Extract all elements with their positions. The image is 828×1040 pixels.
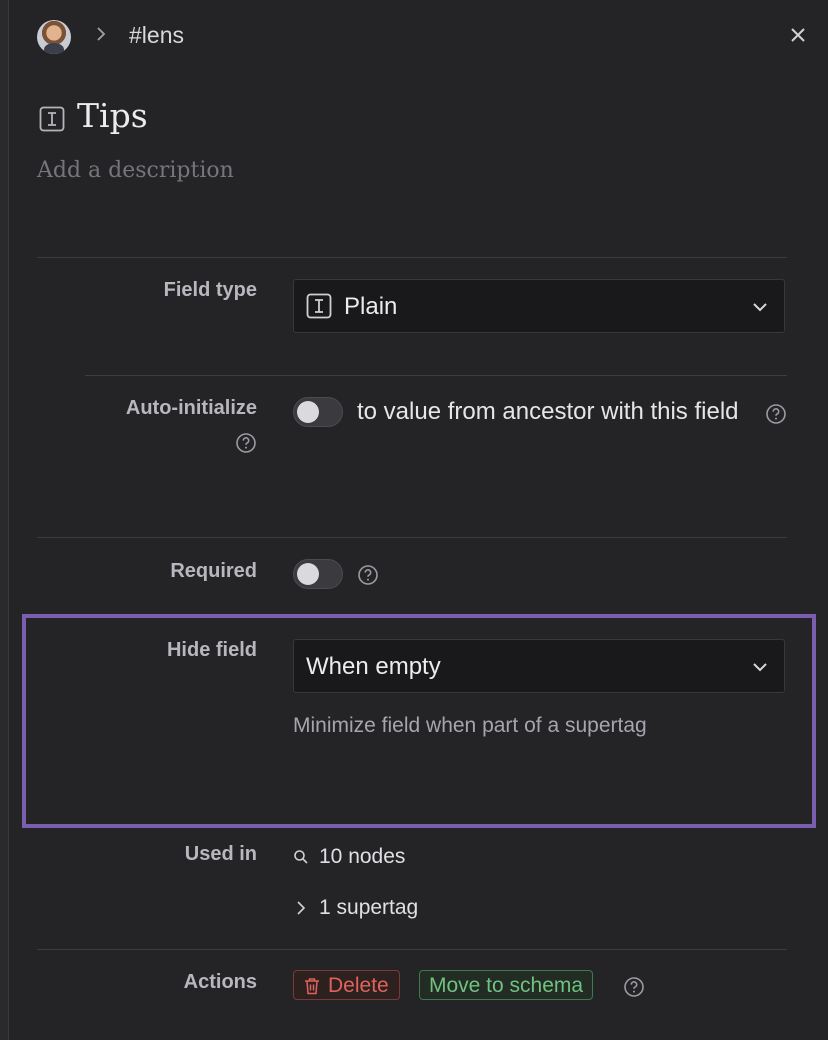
toggle-knob	[297, 563, 319, 585]
divider	[37, 257, 787, 258]
help-icon[interactable]	[623, 976, 645, 998]
used-in-supertag-text: 1 supertag	[319, 896, 419, 919]
toggle-knob	[297, 401, 319, 423]
delete-button[interactable]: Delete	[293, 970, 400, 1000]
move-to-schema-button[interactable]: Move to schema	[419, 970, 594, 1000]
help-icon[interactable]	[235, 432, 257, 454]
auto-initialize-text: to value from ancestor with this field	[357, 398, 739, 425]
used-in-nodes-text: 10 nodes	[319, 845, 406, 868]
actions-label: Actions	[183, 971, 257, 993]
search-icon	[294, 850, 308, 864]
field-type-select[interactable]: Plain	[293, 279, 785, 333]
auto-initialize-label: Auto-initialize	[125, 397, 257, 419]
required-toggle[interactable]	[293, 559, 343, 589]
description-input[interactable]: Add a description	[37, 158, 234, 183]
plain-type-icon	[306, 293, 332, 319]
field-type-label: Field type	[163, 279, 257, 301]
trash-icon	[305, 978, 319, 995]
auto-initialize-toggle[interactable]	[293, 397, 343, 427]
divider	[85, 375, 787, 376]
field-type-value: Plain	[344, 293, 398, 320]
user-avatar[interactable]	[37, 20, 71, 54]
help-icon[interactable]	[765, 403, 787, 425]
hide-field-value: When empty	[306, 653, 441, 680]
chevron-down-icon	[753, 303, 767, 312]
divider	[37, 537, 787, 538]
required-label: Required	[170, 560, 257, 582]
text-field-icon	[39, 106, 65, 132]
top-bar: #lens	[37, 18, 809, 54]
used-in-label: Used in	[184, 843, 257, 865]
page-title[interactable]: Tips	[77, 96, 148, 135]
field-config-panel: #lens Tips Add a description Field type …	[8, 0, 828, 1040]
help-icon[interactable]	[357, 564, 379, 586]
breadcrumb-tag[interactable]: #lens	[129, 22, 184, 49]
used-in-nodes[interactable]: 10 nodes	[293, 845, 493, 871]
chevron-right-icon	[97, 27, 106, 41]
hide-field-label: Hide field	[166, 639, 257, 661]
delete-button-label: Delete	[328, 974, 389, 997]
close-icon[interactable]	[787, 24, 809, 46]
chevron-right-icon	[297, 901, 306, 915]
used-in-supertag[interactable]: 1 supertag	[293, 896, 493, 922]
divider	[37, 949, 787, 950]
hide-field-hint: Minimize field when part of a supertag	[293, 714, 647, 737]
chevron-down-icon	[753, 663, 767, 672]
hide-field-select[interactable]: When empty	[293, 639, 785, 693]
